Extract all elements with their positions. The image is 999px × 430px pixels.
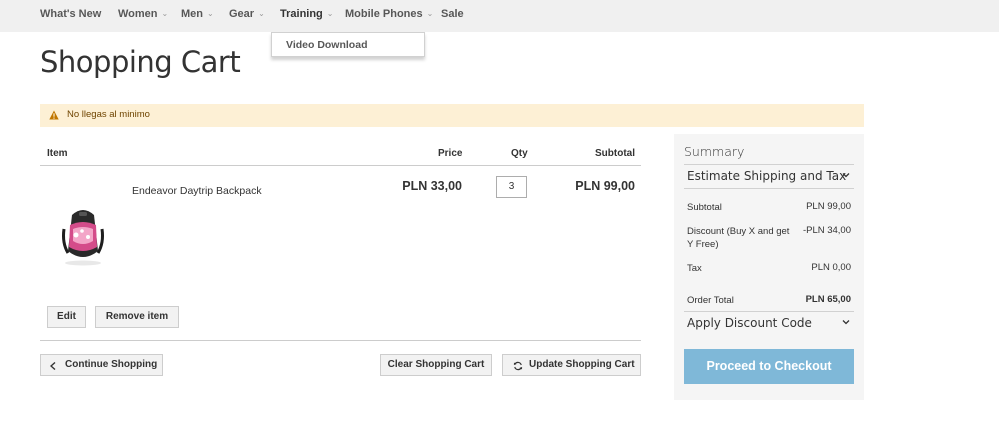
nav-label: Training <box>280 8 323 20</box>
quantity-input[interactable]: 3 <box>496 176 527 198</box>
chevron-left-icon <box>50 362 56 370</box>
product-name-link[interactable]: Endeavor Daytrip Backpack <box>132 185 262 197</box>
column-header-price: Price <box>438 148 463 159</box>
top-navigation: What's New Women ⌄ Men ⌄ Gear ⌄ Training ⌄ M… <box>0 0 999 32</box>
column-header-subtotal: Subtotal <box>595 148 635 159</box>
clear-shopping-cart-button[interactable]: Clear Shopping Cart <box>380 354 492 376</box>
chevron-down-icon: ⌄ <box>426 9 434 18</box>
nav-item-mobile-phones[interactable]: Mobile Phones ⌄ <box>345 8 433 20</box>
discount-value: -PLN 34,00 <box>802 225 851 236</box>
product-price: PLN 33,00 <box>402 179 462 193</box>
continue-shopping-button[interactable]: Continue Shopping <box>40 354 163 376</box>
warning-text: No llegas al minimo <box>67 109 150 120</box>
column-header-item: Item <box>47 148 68 159</box>
remove-item-button[interactable]: Remove item <box>95 306 179 328</box>
tax-label: Tax <box>687 263 702 274</box>
dropdown-item-video-download[interactable]: Video Download <box>286 39 367 51</box>
refresh-icon <box>513 361 523 371</box>
cart-table-header: Item Price Qty Subtotal <box>40 140 641 166</box>
order-summary-panel: Summary Estimate Shipping and Tax Subtot… <box>674 134 864 400</box>
subtotal-label: Subtotal <box>687 202 722 213</box>
apply-discount-toggle[interactable]: Apply Discount Code <box>684 311 854 335</box>
estimate-shipping-label: Estimate Shipping and Tax <box>687 169 847 183</box>
update-shopping-cart-button[interactable]: Update Shopping Cart <box>502 354 641 376</box>
nav-label: Sale <box>441 8 464 20</box>
continue-shopping-label: Continue Shopping <box>65 359 158 370</box>
warning-icon <box>49 110 59 120</box>
page-title: Shopping Cart <box>40 45 241 79</box>
nav-item-women[interactable]: Women ⌄ <box>118 8 168 20</box>
summary-title: Summary <box>684 144 745 159</box>
order-total-value: PLN 65,00 <box>805 294 851 305</box>
chevron-down-icon: ⌄ <box>326 9 334 18</box>
warning-message: No llegas al minimo <box>40 104 864 127</box>
nav-label: Men <box>181 8 203 20</box>
estimate-shipping-toggle[interactable]: Estimate Shipping and Tax <box>684 164 854 188</box>
nav-label: Women <box>118 8 158 20</box>
training-dropdown-menu: Video Download <box>271 32 425 57</box>
cart-divider <box>40 340 641 341</box>
nav-item-sale[interactable]: Sale <box>441 8 464 20</box>
summary-divider <box>684 188 854 189</box>
subtotal-value: PLN 99,00 <box>806 201 851 212</box>
nav-item-men[interactable]: Men ⌄ <box>181 8 214 20</box>
column-header-qty: Qty <box>511 148 528 159</box>
chevron-down-icon: ⌄ <box>207 9 214 18</box>
product-subtotal: PLN 99,00 <box>575 179 635 193</box>
nav-label: Gear <box>229 8 255 20</box>
nav-item-training[interactable]: Training ⌄ <box>280 8 333 20</box>
chevron-down-icon: ⌄ <box>161 9 169 18</box>
tax-value: PLN 0,00 <box>811 262 851 273</box>
apply-discount-label: Apply Discount Code <box>687 316 812 330</box>
nav-label: What's New <box>40 8 102 20</box>
update-shopping-cart-label: Update Shopping Cart <box>529 359 635 370</box>
chevron-down-icon <box>842 173 850 178</box>
order-total-label: Order Total <box>687 295 734 306</box>
discount-label: Discount (Buy X and get Y Free) <box>687 226 790 250</box>
nav-item-whats-new[interactable]: What's New <box>40 8 101 20</box>
nav-label: Mobile Phones <box>345 8 423 20</box>
nav-item-gear[interactable]: Gear ⌄ <box>229 8 265 20</box>
chevron-down-icon <box>842 320 850 325</box>
backpack-image[interactable] <box>60 207 106 267</box>
edit-item-button[interactable]: Edit <box>47 306 86 328</box>
proceed-to-checkout-button[interactable]: Proceed to Checkout <box>684 349 854 384</box>
chevron-down-icon: ⌄ <box>258 9 265 18</box>
